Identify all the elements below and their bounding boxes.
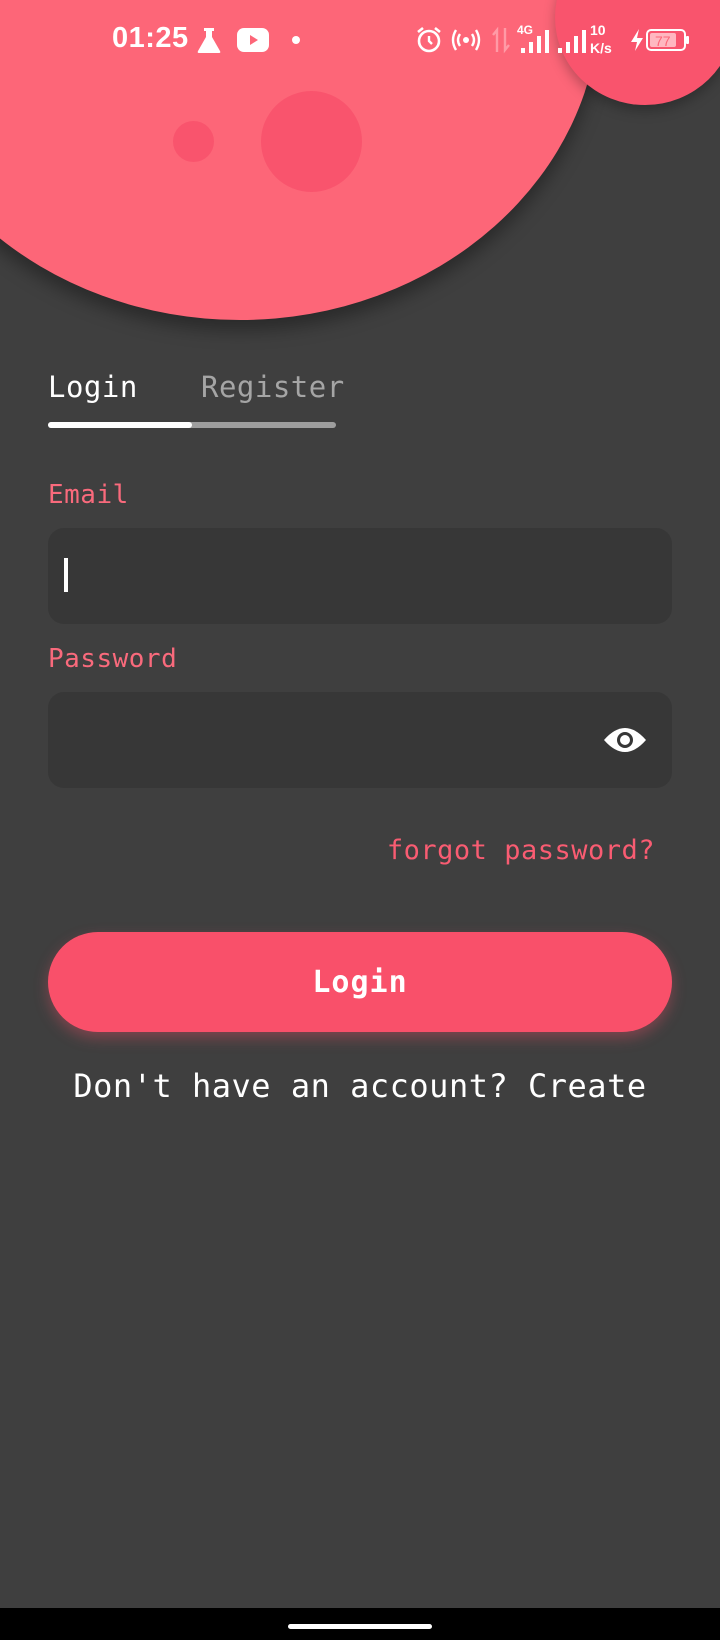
eye-icon[interactable] [602,720,648,760]
network-speed-value: 10 [590,22,606,38]
tab-active-indicator [48,422,192,428]
text-cursor [64,558,68,592]
decorative-circle-dot-small [173,121,214,162]
alarm-icon [414,24,444,56]
navigation-bar [0,1608,720,1640]
email-field[interactable] [48,528,672,624]
tab-register[interactable]: Register [201,370,345,404]
signal-icon-2 [555,24,589,56]
signup-row: Don't have an account? Create [0,1067,720,1105]
password-field[interactable] [48,692,672,788]
login-button[interactable]: Login [48,932,672,1032]
forgot-password-link[interactable]: forgot password? [387,835,655,866]
network-speed-unit: K/s [590,40,612,56]
dot-icon [290,24,302,56]
flask-icon [194,24,224,56]
login-button-label: Login [312,964,408,1000]
charging-icon [629,24,645,56]
youtube-icon [236,24,270,56]
auth-tabs: Login Register [48,370,344,430]
password-label: Password [48,644,178,674]
create-account-link[interactable]: Create [528,1067,647,1105]
email-label: Email [48,480,129,510]
signal-icon [518,24,552,56]
login-screen: 01:25 4G 10 K/s 77 Login Register Email … [0,0,720,1640]
status-time: 01:25 [112,22,189,54]
hotspot-icon [451,24,481,56]
data-arrows-icon [490,24,512,56]
home-gesture-handle[interactable] [288,1624,432,1629]
signup-prompt: Don't have an account? [73,1067,509,1105]
tab-login[interactable]: Login [48,370,138,404]
status-bar: 01:25 4G 10 K/s 77 [0,0,720,80]
battery-level-text: 77 [655,33,671,49]
decorative-circle-dot-medium [261,91,362,192]
